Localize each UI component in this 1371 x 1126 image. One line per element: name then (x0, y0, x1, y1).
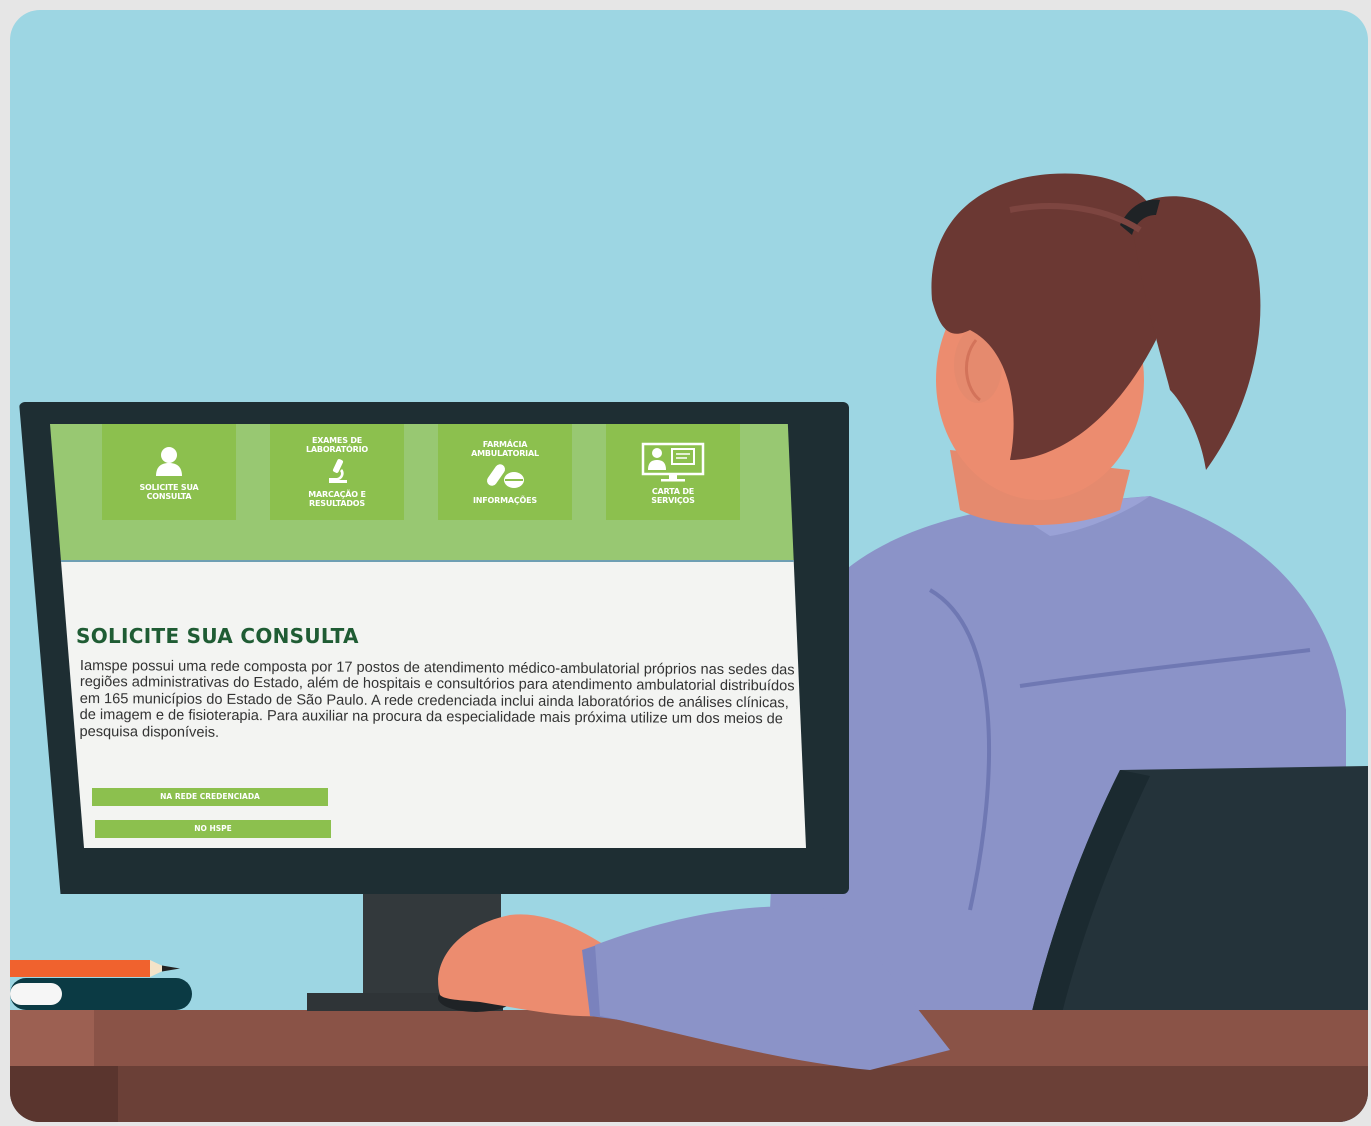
hspe-button[interactable]: NO HSPE (95, 820, 331, 838)
illustration-card: SOLICITE SUA CONSULTA EXAMES DE LABORATÓ… (10, 10, 1368, 1122)
microscope-icon (325, 457, 349, 487)
tile-top-label: EXAMES DE LABORATÓRIO (306, 436, 368, 454)
nav-tile-farmacia-ambulatorial[interactable]: FARMÁCIA AMBULATORIAL INFORMAÇÕES (438, 424, 572, 520)
tile-bottom-label: MARCAÇÃO E RESULTADOS (308, 490, 366, 508)
screen: SOLICITE SUA CONSULTA EXAMES DE LABORATÓ… (50, 424, 806, 848)
site-header: SOLICITE SUA CONSULTA EXAMES DE LABORATÓ… (50, 424, 806, 560)
tile-bottom-label: SOLICITE SUA CONSULTA (139, 483, 199, 501)
user-icon (154, 446, 184, 480)
nav-tile-exames-laboratorio[interactable]: EXAMES DE LABORATÓRIO MARCAÇÃO E RESULTA… (270, 424, 404, 520)
sleeve (595, 906, 950, 1070)
tile-bottom-label: INFORMAÇÕES (473, 495, 537, 505)
nav-tile-carta-servicos[interactable]: CARTA DE SERVIÇOS (606, 424, 740, 520)
pills-icon (485, 461, 525, 493)
description-text: Iamspe possui uma rede composta por 17 p… (79, 658, 795, 741)
rede-credenciada-button[interactable]: NA REDE CREDENCIADA (92, 788, 328, 806)
tile-top-label: FARMÁCIA AMBULATORIAL (471, 439, 539, 458)
nav-tile-solicite-consulta[interactable]: SOLICITE SUA CONSULTA (102, 424, 236, 520)
page-title: SOLICITE SUA CONSULTA (76, 624, 359, 648)
book-icon (10, 978, 192, 1010)
monitor-chat-icon (641, 442, 705, 484)
content-panel: SOLICITE SUA CONSULTA Iamspe possui uma … (50, 560, 806, 848)
tile-bottom-label: CARTA DE SERVIÇOS (651, 487, 695, 505)
pencil-icon (10, 960, 180, 977)
